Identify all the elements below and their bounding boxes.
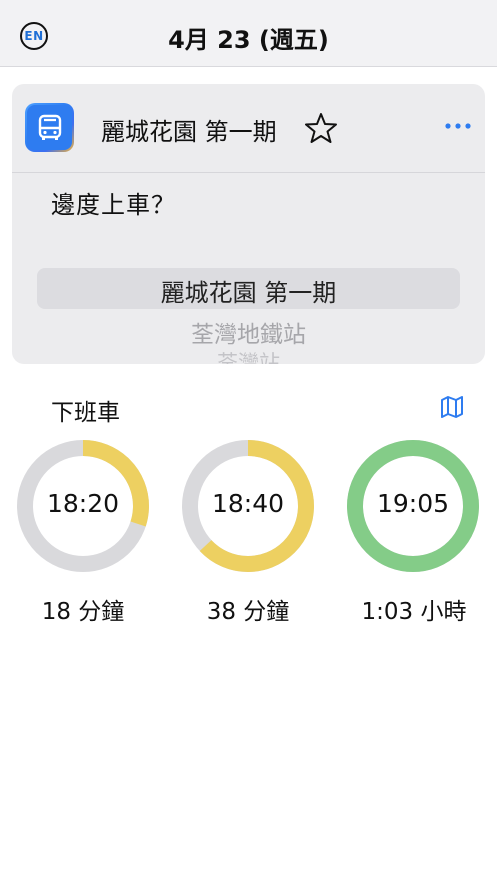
bus-time: 19:05 [376,489,450,518]
star-outline-icon[interactable] [304,111,338,145]
more-horizontal-icon[interactable] [444,118,472,134]
picker-item[interactable]: 荃灣站 [12,347,485,364]
next-bus-title: 下班車 [51,400,120,426]
bus-eta: 1:03 小時 [361,599,467,625]
bus-time: 18:20 [46,489,120,518]
bus-eta: 38 分鐘 [206,599,290,625]
boarding-question: 邊度上車？ [51,191,176,219]
map-icon[interactable] [440,395,464,419]
picker-item-selected[interactable]: 麗城花園 第一期 [12,273,485,308]
bus-time: 18:40 [211,489,285,518]
bus-countdown-ring[interactable]: 18:20 [16,439,150,573]
bus-icon [25,103,74,152]
stop-card-header: 麗城花園 第一期 [12,84,485,173]
date-title: 4月 23 (週五) [168,26,329,54]
stop-card: 麗城花園 第一期 邊度上車？ 麗城花園 第一期 荃灣地鐵站 荃灣站 [12,84,485,364]
app-screen: EN 4月 23 (週五) 麗城花園 第一期 邊度上車？ 麗城花園 第一期 荃灣… [0,0,497,883]
stop-name: 麗城花園 第一期 [101,118,277,146]
header: EN 4月 23 (週五) [0,0,497,67]
bus-eta: 18 分鐘 [41,599,125,625]
picker-item[interactable]: 荃灣地鐵站 [12,315,485,349]
bus-countdown-ring[interactable]: 19:05 [346,439,480,573]
stop-picker[interactable]: 麗城花園 第一期 荃灣地鐵站 荃灣站 [12,254,485,364]
bus-countdown-ring[interactable]: 18:40 [181,439,315,573]
